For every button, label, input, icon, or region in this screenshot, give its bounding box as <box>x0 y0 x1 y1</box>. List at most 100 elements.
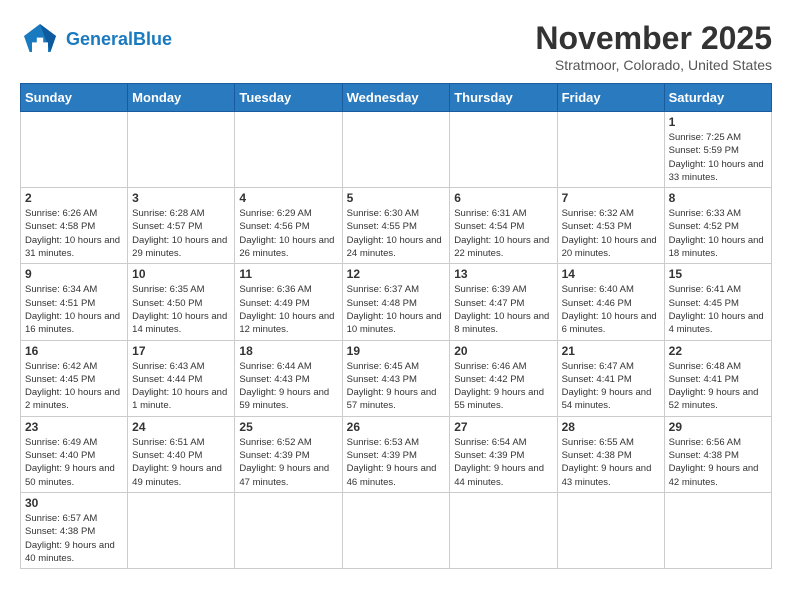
day-cell: 20Sunrise: 6:46 AM Sunset: 4:42 PM Dayli… <box>450 340 557 416</box>
logo-general: General <box>66 29 133 49</box>
day-cell <box>664 492 771 568</box>
month-title: November 2025 <box>535 20 772 57</box>
week-row-2: 2 Sunrise: 6:26 AM Sunset: 4:58 PM Daylig… <box>21 188 772 264</box>
weekday-header-row: SundayMondayTuesdayWednesdayThursdayFrid… <box>21 84 772 112</box>
weekday-header-thursday: Thursday <box>450 84 557 112</box>
day-cell: 18 Sunrise: 6:44 AM Sunset: 4:43 PM Dayli… <box>235 340 342 416</box>
week-row-6: 30 Sunrise: 6:57 AM Sunset: 4:38 PM Dayli… <box>21 492 772 568</box>
day-info: Sunrise: 6:33 AM Sunset: 4:52 PM Dayligh… <box>669 207 767 260</box>
weekday-header-tuesday: Tuesday <box>235 84 342 112</box>
day-number: 12 <box>347 267 446 281</box>
day-cell: 14Sunrise: 6:40 AM Sunset: 4:46 PM Dayli… <box>557 264 664 340</box>
day-cell <box>21 112 128 188</box>
day-number: 2 <box>25 191 123 205</box>
day-cell: 11 Sunrise: 6:36 AM Sunset: 4:49 PM Dayli… <box>235 264 342 340</box>
day-cell: 25Sunrise: 6:52 AM Sunset: 4:39 PM Dayli… <box>235 416 342 492</box>
day-number: 9 <box>25 267 123 281</box>
day-number: 22 <box>669 344 767 358</box>
day-info: Sunrise: 6:26 AM Sunset: 4:58 PM Dayligh… <box>25 207 123 260</box>
day-info: Sunrise: 6:39 AM Sunset: 4:47 PM Dayligh… <box>454 283 552 336</box>
day-info: Sunrise: 6:36 AM Sunset: 4:49 PM Dayligh… <box>239 283 337 336</box>
day-number: 8 <box>669 191 767 205</box>
day-info: Sunrise: 6:31 AM Sunset: 4:54 PM Dayligh… <box>454 207 552 260</box>
day-cell <box>342 112 450 188</box>
week-row-1: 1 Sunrise: 7:25 AM Sunset: 5:59 PM Daylig… <box>21 112 772 188</box>
day-number: 7 <box>562 191 660 205</box>
day-number: 3 <box>132 191 230 205</box>
day-info: Sunrise: 6:41 AM Sunset: 4:45 PM Dayligh… <box>669 283 767 336</box>
day-cell: 4 Sunrise: 6:29 AM Sunset: 4:56 PM Daylig… <box>235 188 342 264</box>
week-row-4: 16 Sunrise: 6:42 AM Sunset: 4:45 PM Dayli… <box>21 340 772 416</box>
day-cell: 30 Sunrise: 6:57 AM Sunset: 4:38 PM Dayli… <box>21 492 128 568</box>
day-cell: 21Sunrise: 6:47 AM Sunset: 4:41 PM Dayli… <box>557 340 664 416</box>
day-cell: 10 Sunrise: 6:35 AM Sunset: 4:50 PM Dayli… <box>128 264 235 340</box>
day-number: 20 <box>454 344 552 358</box>
logo: GeneralBlue <box>20 20 172 60</box>
day-info: Sunrise: 6:44 AM Sunset: 4:43 PM Dayligh… <box>239 360 337 413</box>
day-cell: 8 Sunrise: 6:33 AM Sunset: 4:52 PM Daylig… <box>664 188 771 264</box>
week-row-3: 9 Sunrise: 6:34 AM Sunset: 4:51 PM Daylig… <box>21 264 772 340</box>
day-number: 6 <box>454 191 552 205</box>
day-cell <box>557 492 664 568</box>
day-number: 10 <box>132 267 230 281</box>
logo-icon <box>20 20 60 60</box>
day-number: 17 <box>132 344 230 358</box>
day-number: 23 <box>25 420 123 434</box>
day-cell: 12Sunrise: 6:37 AM Sunset: 4:48 PM Dayli… <box>342 264 450 340</box>
day-cell <box>450 492 557 568</box>
day-number: 26 <box>347 420 446 434</box>
day-info: Sunrise: 6:29 AM Sunset: 4:56 PM Dayligh… <box>239 207 337 260</box>
day-number: 30 <box>25 496 123 510</box>
day-cell <box>557 112 664 188</box>
day-cell: 6 Sunrise: 6:31 AM Sunset: 4:54 PM Daylig… <box>450 188 557 264</box>
day-info: Sunrise: 6:52 AM Sunset: 4:39 PM Dayligh… <box>239 436 337 489</box>
day-info: Sunrise: 6:30 AM Sunset: 4:55 PM Dayligh… <box>347 207 446 260</box>
day-cell: 5 Sunrise: 6:30 AM Sunset: 4:55 PM Daylig… <box>342 188 450 264</box>
day-number: 11 <box>239 267 337 281</box>
title-block: November 2025 Stratmoor, Colorado, Unite… <box>535 20 772 73</box>
day-number: 15 <box>669 267 767 281</box>
day-info: Sunrise: 6:42 AM Sunset: 4:45 PM Dayligh… <box>25 360 123 413</box>
day-cell: 1 Sunrise: 7:25 AM Sunset: 5:59 PM Daylig… <box>664 112 771 188</box>
day-number: 13 <box>454 267 552 281</box>
day-cell: 26Sunrise: 6:53 AM Sunset: 4:39 PM Dayli… <box>342 416 450 492</box>
day-cell: 22Sunrise: 6:48 AM Sunset: 4:41 PM Dayli… <box>664 340 771 416</box>
day-cell <box>235 492 342 568</box>
day-cell: 15 Sunrise: 6:41 AM Sunset: 4:45 PM Dayli… <box>664 264 771 340</box>
day-cell <box>450 112 557 188</box>
day-info: Sunrise: 6:57 AM Sunset: 4:38 PM Dayligh… <box>25 512 123 565</box>
day-cell <box>342 492 450 568</box>
day-number: 16 <box>25 344 123 358</box>
day-cell: 19Sunrise: 6:45 AM Sunset: 4:43 PM Dayli… <box>342 340 450 416</box>
page-header: GeneralBlue November 2025 Stratmoor, Col… <box>20 20 772 73</box>
day-cell: 29 Sunrise: 6:56 AM Sunset: 4:38 PM Dayli… <box>664 416 771 492</box>
logo-text: GeneralBlue <box>66 30 172 50</box>
day-number: 29 <box>669 420 767 434</box>
day-info: Sunrise: 6:47 AM Sunset: 4:41 PM Dayligh… <box>562 360 660 413</box>
location-title: Stratmoor, Colorado, United States <box>535 57 772 73</box>
day-number: 1 <box>669 115 767 129</box>
weekday-header-wednesday: Wednesday <box>342 84 450 112</box>
day-cell: 9 Sunrise: 6:34 AM Sunset: 4:51 PM Daylig… <box>21 264 128 340</box>
day-cell: 7 Sunrise: 6:32 AM Sunset: 4:53 PM Daylig… <box>557 188 664 264</box>
day-info: Sunrise: 6:32 AM Sunset: 4:53 PM Dayligh… <box>562 207 660 260</box>
day-info: Sunrise: 6:54 AM Sunset: 4:39 PM Dayligh… <box>454 436 552 489</box>
day-cell: 16 Sunrise: 6:42 AM Sunset: 4:45 PM Dayli… <box>21 340 128 416</box>
day-info: Sunrise: 6:51 AM Sunset: 4:40 PM Dayligh… <box>132 436 230 489</box>
day-info: Sunrise: 6:45 AM Sunset: 4:43 PM Dayligh… <box>347 360 446 413</box>
day-cell <box>235 112 342 188</box>
day-number: 24 <box>132 420 230 434</box>
day-cell: 28Sunrise: 6:55 AM Sunset: 4:38 PM Dayli… <box>557 416 664 492</box>
day-number: 5 <box>347 191 446 205</box>
day-number: 4 <box>239 191 337 205</box>
day-cell: 17Sunrise: 6:43 AM Sunset: 4:44 PM Dayli… <box>128 340 235 416</box>
day-info: Sunrise: 6:56 AM Sunset: 4:38 PM Dayligh… <box>669 436 767 489</box>
day-cell: 24 Sunrise: 6:51 AM Sunset: 4:40 PM Dayli… <box>128 416 235 492</box>
day-cell: 3Sunrise: 6:28 AM Sunset: 4:57 PM Daylig… <box>128 188 235 264</box>
day-info: Sunrise: 6:34 AM Sunset: 4:51 PM Dayligh… <box>25 283 123 336</box>
day-info: Sunrise: 7:25 AM Sunset: 5:59 PM Dayligh… <box>669 131 767 184</box>
day-number: 28 <box>562 420 660 434</box>
day-number: 18 <box>239 344 337 358</box>
day-info: Sunrise: 6:35 AM Sunset: 4:50 PM Dayligh… <box>132 283 230 336</box>
day-info: Sunrise: 6:40 AM Sunset: 4:46 PM Dayligh… <box>562 283 660 336</box>
